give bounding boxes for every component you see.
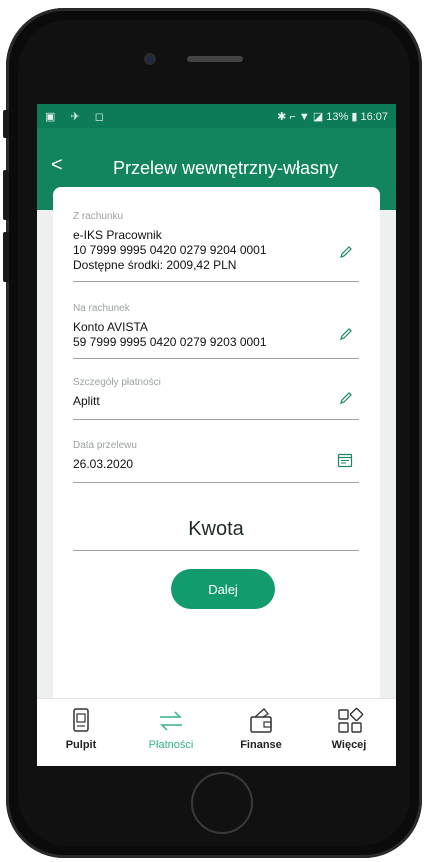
- transfer-icon: [160, 711, 182, 731]
- status-right-info: ✱ ⌐ ▼ ◪ 13% ▮ 16:07: [277, 111, 388, 123]
- to-account-label: Na rachunek: [73, 303, 130, 314]
- transfer-form-card: Z rachunku e-IKS Pracownik 10 7999 9995 …: [53, 187, 380, 707]
- nav-label-platnosci: Płatności: [148, 739, 194, 751]
- bottom-nav: Pulpit Płatności Finanse Więcej: [37, 698, 396, 766]
- nav-label-pulpit: Pulpit: [65, 739, 97, 751]
- volume-down-button: [3, 232, 9, 282]
- edit-pencil-icon[interactable]: [339, 327, 353, 341]
- status-bar: ▣ ✈ ◻ ✱ ⌐ ▼ ◪ 13% ▮ 16:07: [37, 104, 396, 128]
- from-account-available: Dostępne środki: 2009,42 PLN: [73, 258, 237, 272]
- payment-details-field[interactable]: Szczegóły płatności Aplitt: [73, 377, 359, 420]
- status-left-icons: ▣ ✈ ◻: [45, 111, 110, 123]
- earpiece-speaker: [187, 56, 243, 62]
- edit-pencil-icon[interactable]: [339, 245, 353, 259]
- payment-details-value: Aplitt: [73, 394, 100, 408]
- from-account-label: Z rachunku: [73, 211, 124, 222]
- front-camera: [146, 55, 154, 63]
- from-account-name: e-IKS Pracownik: [73, 228, 162, 242]
- transfer-date-label: Data przelewu: [73, 440, 137, 451]
- page-title: Przelew wewnętrzny-własny: [112, 158, 339, 178]
- payment-details-label: Szczegóły płatności: [73, 377, 161, 388]
- amount-field[interactable]: Kwota: [73, 518, 359, 551]
- nav-label-wiecej: Więcej: [331, 739, 367, 751]
- nav-item-finanse[interactable]: Finanse: [221, 705, 301, 751]
- wallet-icon: [250, 708, 272, 733]
- nav-item-platnosci[interactable]: Płatności: [131, 705, 211, 751]
- mute-switch: [3, 110, 9, 138]
- nav-item-wiecej[interactable]: Więcej: [309, 705, 389, 751]
- grid-icon: [338, 707, 364, 733]
- dashboard-icon: [73, 708, 89, 732]
- transfer-date-value: 26.03.2020: [73, 457, 134, 471]
- app-screen: ▣ ✈ ◻ ✱ ⌐ ▼ ◪ 13% ▮ 16:07 < Przelew wewn…: [37, 104, 396, 766]
- from-account-field[interactable]: Z rachunku e-IKS Pracownik 10 7999 9995 …: [73, 211, 359, 282]
- to-account-name: Konto AVISTA: [73, 320, 148, 334]
- to-account-field[interactable]: Na rachunek Konto AVISTA 59 7999 9995 04…: [73, 303, 359, 359]
- edit-pencil-icon[interactable]: [339, 391, 353, 405]
- nav-label-finanse: Finanse: [240, 739, 282, 751]
- home-button[interactable]: [191, 772, 253, 834]
- calendar-icon[interactable]: [337, 452, 353, 468]
- transfer-date-field[interactable]: Data przelewu 26.03.2020: [73, 440, 359, 483]
- nav-item-pulpit[interactable]: Pulpit: [41, 705, 121, 751]
- to-account-number: 59 7999 9995 0420 0279 9203 0001: [73, 335, 267, 349]
- next-button[interactable]: Dalej: [171, 569, 275, 609]
- from-account-number: 10 7999 9995 0420 0279 9204 0001: [73, 243, 267, 257]
- volume-up-button: [3, 170, 9, 220]
